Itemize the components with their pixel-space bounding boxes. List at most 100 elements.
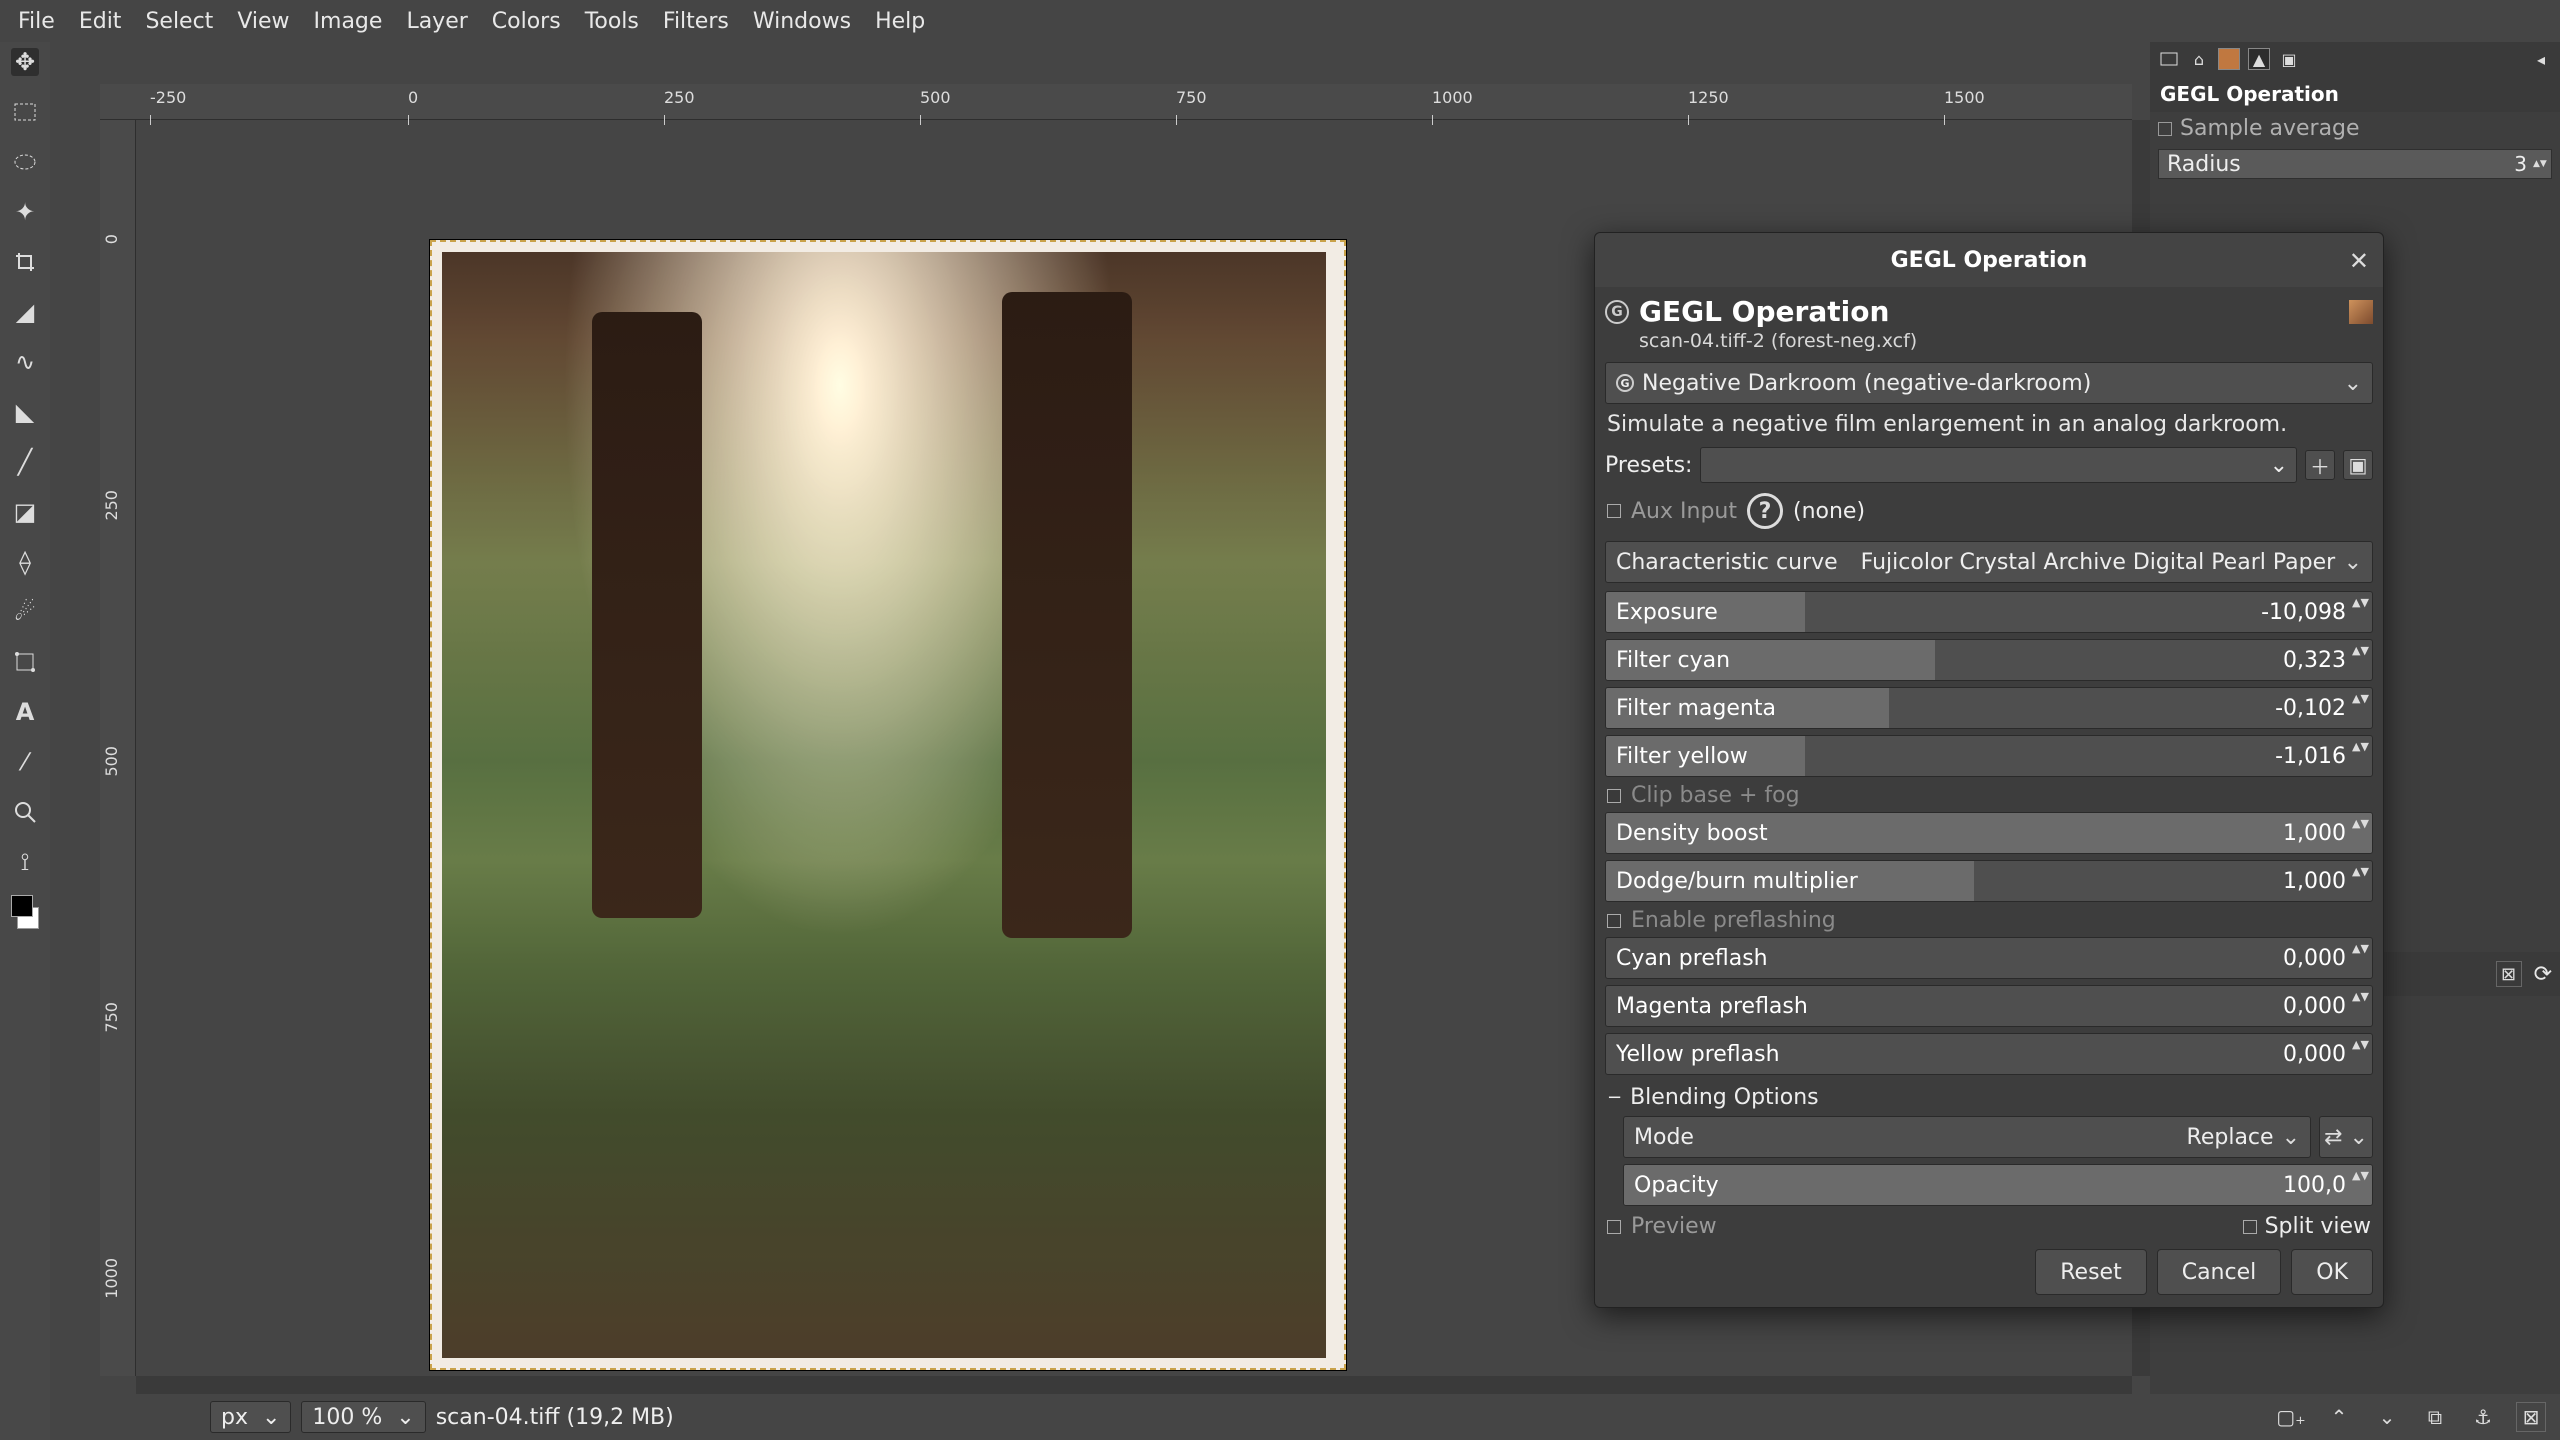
preflash-slider[interactable]: Cyan preflash0,000▲▼ <box>1605 937 2373 979</box>
radius-spinner[interactable]: Radius ▲▼ <box>2158 149 2552 179</box>
dock-title: GEGL Operation <box>2150 76 2560 112</box>
sample-average-checkbox[interactable] <box>2158 122 2172 136</box>
tool-fuzzy-select-icon[interactable]: ✦ <box>11 198 39 226</box>
status-raise-icon[interactable]: ⌃ <box>2324 1402 2354 1432</box>
spinner-arrows-icon[interactable]: ▲▼ <box>2352 990 2368 1022</box>
spinner-arrows-icon[interactable]: ▲▼ <box>2352 942 2368 974</box>
status-anchor-icon[interactable]: ⚓ <box>2468 1402 2498 1432</box>
spinner-arrows-icon[interactable]: ▲▼ <box>2352 1169 2368 1201</box>
menu-select[interactable]: Select <box>133 5 225 38</box>
operation-combo[interactable]: GNegative Darkroom (negative-darkroom) ⌄ <box>1605 362 2373 404</box>
image-page[interactable] <box>430 240 1346 1370</box>
dialog-close-icon[interactable]: ✕ <box>2349 247 2369 275</box>
spinner-arrows-icon[interactable]: ▲▼ <box>2352 644 2368 676</box>
reset-button[interactable]: Reset <box>2035 1249 2146 1295</box>
preset-manage-icon[interactable]: ▣ <box>2343 450 2373 480</box>
density-slider[interactable]: Dodge/burn multiplier1,000▲▼ <box>1605 860 2373 902</box>
spinner-arrows-icon[interactable]: ▲▼ <box>2352 692 2368 724</box>
dock-close-icon[interactable]: ⊠ <box>2496 961 2522 987</box>
dock-tab-swatch-icon[interactable] <box>2218 48 2240 70</box>
dock-tab-history-icon[interactable]: ▲ <box>2248 48 2270 70</box>
density-slider[interactable]: Density boost1,000▲▼ <box>1605 812 2373 854</box>
spinner-arrows-icon[interactable]: ▲▼ <box>2352 865 2368 897</box>
zoom-select[interactable]: 100 % ⌄ <box>301 1401 425 1433</box>
mode-switch-icon[interactable]: ⇄ ⌄ <box>2319 1116 2373 1158</box>
tool-eraser-icon[interactable]: ◪ <box>11 498 39 526</box>
preset-add-icon[interactable]: ＋ <box>2305 450 2335 480</box>
status-duplicate-icon[interactable]: ⧉ <box>2420 1402 2450 1432</box>
preflash-checkbox[interactable] <box>1607 914 1621 928</box>
splitview-checkbox[interactable] <box>2243 1220 2257 1234</box>
filter-slider[interactable]: Filter yellow-1,016▲▼ <box>1605 735 2373 777</box>
aux-placeholder-icon[interactable]: ? <box>1747 493 1783 529</box>
tool-text-icon[interactable]: A <box>11 698 39 726</box>
spinner-arrows-icon[interactable]: ▲▼ <box>2533 159 2551 169</box>
status-lower-icon[interactable]: ⌄ <box>2372 1402 2402 1432</box>
preflash-slider[interactable]: Magenta preflash0,000▲▼ <box>1605 985 2373 1027</box>
curve-combo[interactable]: Characteristic curve Fujicolor Crystal A… <box>1605 541 2373 583</box>
ruler-horizontal[interactable]: -250 0 250 500 750 1000 1250 1500 <box>100 84 2132 120</box>
ok-button[interactable]: OK <box>2291 1249 2373 1295</box>
tool-transform-icon[interactable]: ◢ <box>11 298 39 326</box>
menu-help[interactable]: Help <box>863 5 937 38</box>
ruler-vertical[interactable]: 0 250 500 750 1000 <box>100 120 136 1376</box>
spinner-arrows-icon[interactable]: ▲▼ <box>2352 1038 2368 1070</box>
opacity-slider[interactable]: Opacity 100,0 ▲▼ <box>1623 1164 2373 1206</box>
tool-fgbg-icon[interactable] <box>11 898 39 926</box>
menu-image[interactable]: Image <box>302 5 395 38</box>
dialog-titlebar[interactable]: GEGL Operation ✕ <box>1595 233 2383 287</box>
menu-edit[interactable]: Edit <box>67 5 134 38</box>
menu-filters[interactable]: Filters <box>651 5 741 38</box>
collapse-icon[interactable]: − <box>1607 1087 1622 1108</box>
filter-slider[interactable]: Filter cyan0,323▲▼ <box>1605 639 2373 681</box>
status-delete-icon[interactable]: ⊠ <box>2516 1402 2546 1432</box>
dock-refresh-icon[interactable]: ⟳ <box>2534 962 2552 987</box>
tool-move-icon[interactable]: ✥ <box>11 48 39 76</box>
tool-measure-icon[interactable]: ⟟ <box>11 848 39 876</box>
ruler-tick: 1000 <box>102 1258 121 1299</box>
dock-tab-device-icon[interactable]: ⌂ <box>2188 48 2210 70</box>
slider-value: 0,000 <box>2283 946 2346 971</box>
menu-windows[interactable]: Windows <box>741 5 863 38</box>
tool-path-icon[interactable] <box>11 648 39 676</box>
blending-section[interactable]: − Blending Options <box>1607 1085 2371 1110</box>
tool-paintbrush-icon[interactable]: ╱ <box>11 448 39 476</box>
slider-label: Filter magenta <box>1616 696 1776 721</box>
menu-file[interactable]: File <box>6 5 67 38</box>
aux-reset-checkbox[interactable] <box>1607 504 1621 518</box>
tool-zoom-icon[interactable] <box>11 798 39 826</box>
chevron-down-icon: ⌄ <box>2270 453 2288 478</box>
filter-slider[interactable]: Exposure-10,098▲▼ <box>1605 591 2373 633</box>
tool-clone-icon[interactable]: ⟠ <box>11 548 39 576</box>
unit-select[interactable]: px ⌄ <box>210 1401 291 1433</box>
filter-slider[interactable]: Filter magenta-0,102▲▼ <box>1605 687 2373 729</box>
preview-checkbox[interactable] <box>1607 1220 1621 1234</box>
scrollbar-horizontal[interactable] <box>136 1376 2132 1394</box>
presets-combo[interactable]: ⌄ <box>1700 447 2297 483</box>
status-new-layer-icon[interactable]: ▢₊ <box>2276 1402 2306 1432</box>
menu-layer[interactable]: Layer <box>394 5 479 38</box>
dock-tab-images-icon[interactable]: ▣ <box>2278 48 2300 70</box>
cancel-button[interactable]: Cancel <box>2157 1249 2282 1295</box>
preflash-slider[interactable]: Yellow preflash0,000▲▼ <box>1605 1033 2373 1075</box>
tool-smudge-icon[interactable]: ☄ <box>11 598 39 626</box>
menu-colors[interactable]: Colors <box>480 5 573 38</box>
mode-combo[interactable]: Mode Replace ⌄ <box>1623 1116 2311 1158</box>
clip-base-checkbox[interactable] <box>1607 789 1621 803</box>
menu-tools[interactable]: Tools <box>573 5 651 38</box>
tool-colorpicker-icon[interactable]: ⁄ <box>11 748 39 776</box>
menu-view[interactable]: View <box>225 5 301 38</box>
tool-rect-select-icon[interactable] <box>11 98 39 126</box>
tool-free-select-icon[interactable] <box>11 148 39 176</box>
gegl-small-icon: G <box>1616 374 1634 392</box>
dock-menu-icon[interactable]: ◂ <box>2530 48 2552 70</box>
tool-warp-icon[interactable]: ∿ <box>11 348 39 376</box>
tool-crop-icon[interactable] <box>11 248 39 276</box>
tool-bucket-icon[interactable]: ◣ <box>11 398 39 426</box>
splitview-label: Split view <box>2265 1214 2371 1239</box>
ruler-tick: 250 <box>102 490 121 521</box>
spinner-arrows-icon[interactable]: ▲▼ <box>2352 817 2368 849</box>
spinner-arrows-icon[interactable]: ▲▼ <box>2352 596 2368 628</box>
dock-tab-tooloptions-icon[interactable] <box>2158 48 2180 70</box>
spinner-arrows-icon[interactable]: ▲▼ <box>2352 740 2368 772</box>
